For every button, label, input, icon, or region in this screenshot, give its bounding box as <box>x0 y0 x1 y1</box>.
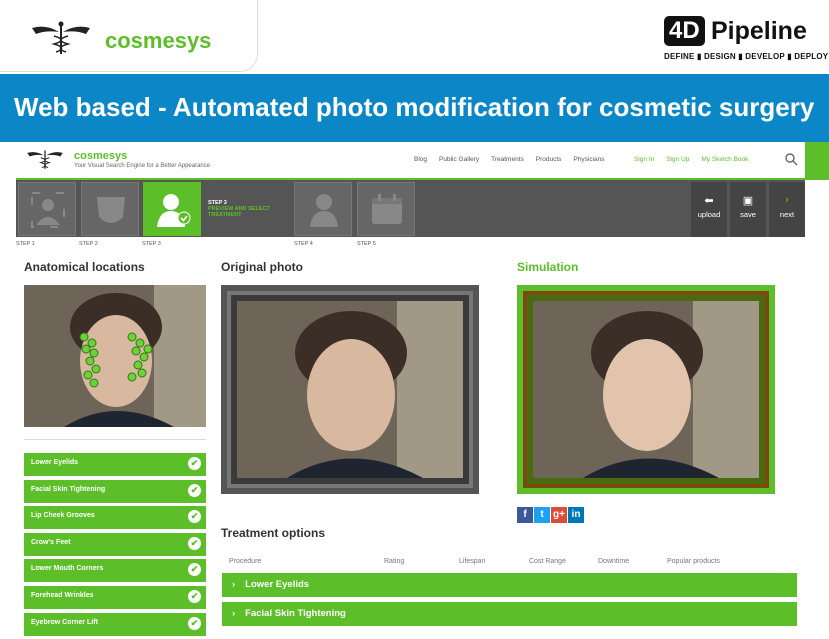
pipeline-tagline: DEFINE ▮ DESIGN ▮ DEVELOP ▮ DEPLOY <box>664 52 829 61</box>
col-cost-range: Cost Range <box>529 558 566 565</box>
site-tagline: Your Visual Search Engine for a Better A… <box>74 163 211 169</box>
nav-accent-bar <box>805 142 829 180</box>
location-item[interactable]: Facial Skin Tightening ✔ <box>24 479 206 503</box>
next-button[interactable]: › next <box>769 182 805 237</box>
sign-in-link[interactable]: Sign In <box>634 156 654 163</box>
check-icon: ✔ <box>188 457 201 470</box>
anatomical-title: Anatomical locations <box>24 260 145 274</box>
location-list: Lower Eyelids ✔ Facial Skin Tightening ✔ L… <box>24 453 206 639</box>
col-procedure: Procedure <box>229 558 262 565</box>
check-icon: ✔ <box>188 536 201 550</box>
save-doc-icon: ▣ <box>742 195 754 207</box>
4d-badge: 4D <box>664 16 705 46</box>
step-1-label: STEP 1 <box>16 241 35 247</box>
nav-link-treatments[interactable]: Treatments <box>491 156 524 163</box>
chevron-right-icon: › <box>232 579 236 590</box>
check-icon: ✔ <box>188 616 201 630</box>
brand-tab: cosmesys <box>0 0 258 72</box>
active-step-text: STEP 3 PREVIEW AND SELECT TREATMENT <box>208 200 278 218</box>
location-item[interactable]: Lower Eyelids ✔ <box>24 453 206 476</box>
step-bar: STEP 3 PREVIEW AND SELECT TREATMENT ⬅ upl… <box>16 180 805 237</box>
procedure-row[interactable]: › Facial Skin Tightening <box>222 602 797 626</box>
brand-name: cosmesys <box>105 28 212 53</box>
nav-links: Blog Public Gallery Treatments Products … <box>414 156 605 163</box>
active-step-description: PREVIEW AND SELECT TREATMENT <box>208 206 270 218</box>
location-item[interactable]: Crow's Feet ✔ <box>24 532 206 556</box>
site-navbar: cosmesys Your Visual Search Engine for a… <box>16 142 805 180</box>
portrait-frame-icon <box>31 192 65 228</box>
col-rating: Rating <box>384 558 405 565</box>
divider <box>24 439 206 440</box>
check-icon: ✔ <box>188 483 201 497</box>
face-photo <box>533 301 759 478</box>
chevron-right-icon: › <box>232 608 236 619</box>
person-check-icon <box>157 194 191 227</box>
step-1-tile[interactable] <box>18 182 76 236</box>
location-item[interactable]: Lower Mouth Corners ✔ <box>24 559 206 583</box>
sign-up-link[interactable]: Sign Up <box>666 156 689 163</box>
original-photo[interactable] <box>221 285 479 494</box>
check-icon: ✔ <box>188 510 201 524</box>
upload-button[interactable]: ⬅ upload <box>691 182 727 237</box>
treatment-title: Treatment options <box>221 526 326 540</box>
original-title: Original photo <box>221 260 303 274</box>
doctor-icon <box>310 194 338 227</box>
site-brand[interactable]: cosmesys <box>74 150 127 162</box>
search-icon[interactable] <box>784 152 798 166</box>
banner-title: Web based - Automated photo modification… <box>0 74 829 142</box>
nav-auth: Sign In Sign Up My Sketch Book <box>634 156 748 163</box>
face-photo <box>237 301 463 478</box>
col-lifespan: Lifespan <box>459 558 486 565</box>
location-item[interactable]: Eyebrow Corner Lift ✔ <box>24 612 206 636</box>
website-screenshot: cosmesys Your Visual Search Engine for a… <box>0 142 829 636</box>
face-mask-icon <box>97 197 125 223</box>
step-2-label: STEP 2 <box>79 241 98 247</box>
upload-arrow-icon: ⬅ <box>704 195 714 207</box>
col-downtime: Downtime <box>598 558 630 565</box>
nav-link-physicians[interactable]: Physicians <box>573 156 604 163</box>
col-popular-products: Popular products <box>667 558 720 565</box>
sketch-book-link[interactable]: My Sketch Book <box>701 156 748 163</box>
face-photo <box>24 285 206 427</box>
step-2-tile[interactable] <box>81 182 139 236</box>
nav-link-blog[interactable]: Blog <box>414 156 427 163</box>
social-share: f t g+ in <box>517 507 584 523</box>
location-item[interactable]: Forehead Wrinkles ✔ <box>24 585 206 609</box>
save-button[interactable]: ▣ save <box>730 182 766 237</box>
caduceus-icon <box>27 150 63 169</box>
anatomical-photo[interactable] <box>24 285 206 427</box>
location-item[interactable]: Lip Cheek Grooves ✔ <box>24 506 206 530</box>
simulation-title: Simulation <box>517 260 579 274</box>
twitter-icon[interactable]: t <box>534 507 550 523</box>
4d-pipeline-logo: 4D Pipeline DEFINE ▮ DESIGN ▮ DEVELOP ▮ … <box>664 16 828 66</box>
step-3-tile-active[interactable] <box>143 182 201 236</box>
simulation-photo[interactable] <box>517 285 775 494</box>
google-plus-icon[interactable]: g+ <box>551 507 567 523</box>
step-3-label: STEP 3 <box>142 241 161 247</box>
step-5-tile[interactable] <box>357 182 415 236</box>
pipeline-word: Pipeline <box>711 17 807 45</box>
linkedin-icon[interactable]: in <box>568 507 584 523</box>
step-5-label: STEP 5 <box>357 241 376 247</box>
presentation-header: cosmesys 4D Pipeline DEFINE ▮ DESIGN ▮ D… <box>0 0 829 74</box>
caduceus-logo-icon <box>32 21 90 54</box>
step-4-label: STEP 4 <box>294 241 313 247</box>
check-icon: ✔ <box>188 563 201 577</box>
check-icon: ✔ <box>188 589 201 603</box>
nav-link-products[interactable]: Products <box>536 156 562 163</box>
calendar-icon <box>372 194 402 224</box>
nav-link-public-gallery[interactable]: Public Gallery <box>439 156 479 163</box>
facebook-icon[interactable]: f <box>517 507 533 523</box>
step-4-tile[interactable] <box>294 182 352 236</box>
chevron-right-icon: › <box>785 194 789 206</box>
procedure-row[interactable]: › Lower Eyelids <box>222 573 797 597</box>
